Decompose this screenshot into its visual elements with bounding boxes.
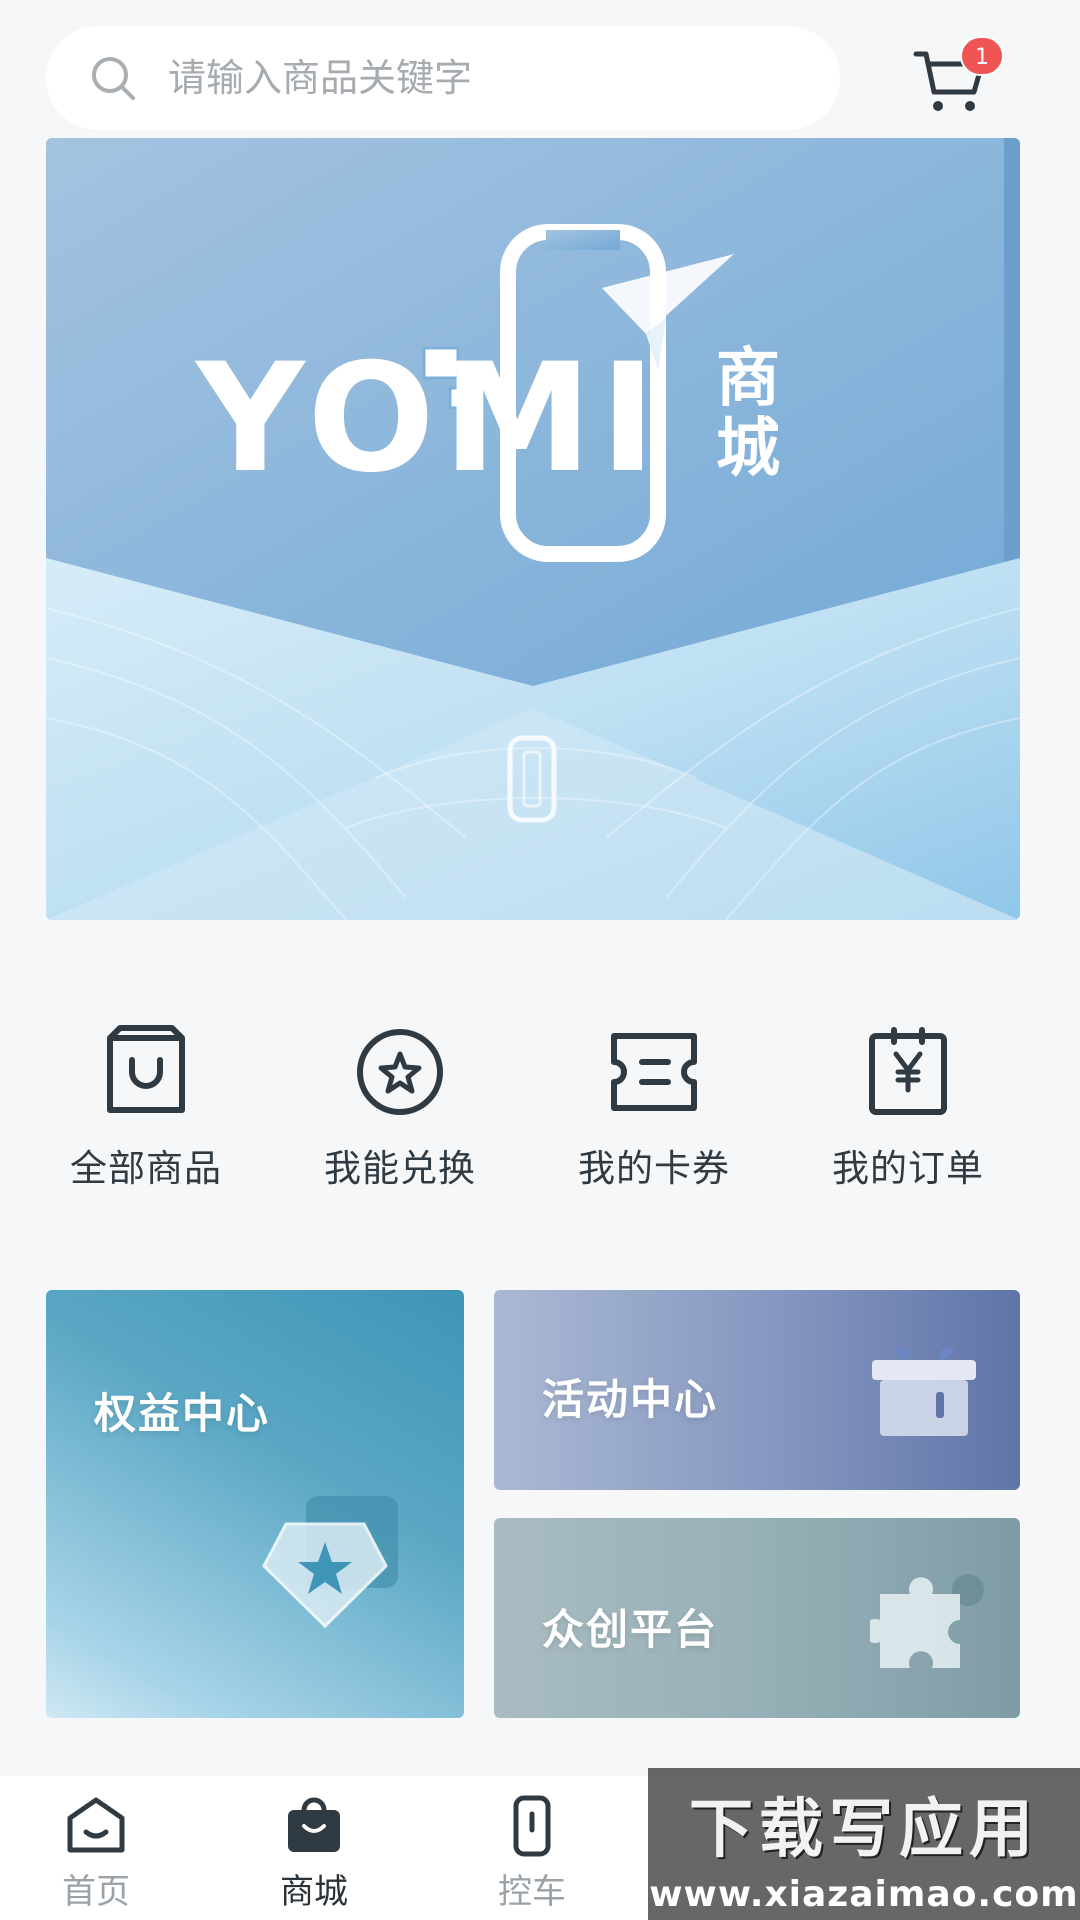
card-creator-platform[interactable]: 众创平台: [494, 1518, 1020, 1718]
tab-car-control[interactable]: 控车: [432, 1776, 632, 1920]
watermark-title: 下载写应用: [689, 1793, 1039, 1867]
quick-item-redeemable[interactable]: 我能兑换: [300, 1020, 500, 1210]
star-circle-icon: [357, 1029, 443, 1115]
shop-bag-icon: [288, 1797, 340, 1852]
search-input[interactable]: [168, 56, 768, 100]
tab-mall[interactable]: 商城: [214, 1776, 414, 1920]
tab-label: 商城: [280, 1872, 348, 1912]
tab-label: 控车: [498, 1872, 566, 1912]
banner-logo-text: YOMI: [194, 332, 664, 506]
search-bar[interactable]: [46, 26, 840, 130]
quick-entries: 全部商品 我能兑换 我的卡券 我的订单: [46, 1020, 1046, 1210]
watermark-url: www.xiazaimao.com: [649, 1874, 1079, 1915]
quick-item-my-orders[interactable]: 我的订单: [808, 1020, 1008, 1210]
card-rights-center[interactable]: 权益中心: [46, 1290, 464, 1718]
search-icon: [92, 57, 135, 100]
cart-button[interactable]: 1: [912, 36, 1004, 116]
card-title: 权益中心: [94, 1389, 271, 1438]
gift-box-icon: [872, 1346, 976, 1436]
tab-home[interactable]: 首页: [0, 1776, 196, 1920]
quick-item-label: 我的订单: [832, 1147, 984, 1190]
puzzle-icon: [870, 1574, 984, 1668]
car-key-icon: [513, 1795, 551, 1857]
cart-badge: 1: [960, 36, 1004, 76]
home-icon: [67, 1797, 125, 1853]
ticket-icon: [611, 1033, 697, 1111]
star-shield-icon: [262, 1496, 398, 1629]
quick-item-label: 我能兑换: [324, 1147, 476, 1190]
top-header: 1: [0, 0, 1080, 140]
card-title: 活动中心: [542, 1375, 719, 1424]
promo-banner[interactable]: YOMI 商 城: [46, 138, 1020, 920]
order-yen-icon: [869, 1027, 947, 1115]
card-activity-center[interactable]: 活动中心: [494, 1290, 1020, 1490]
shopping-bag-icon: [107, 1025, 185, 1113]
banner-logo-suffix-top: 商: [716, 342, 780, 416]
banner-artwork: YOMI 商 城: [46, 138, 1020, 920]
quick-item-label: 全部商品: [70, 1147, 222, 1190]
banner-logo-suffix-bottom: 城: [716, 412, 780, 486]
quick-item-label: 我的卡券: [578, 1147, 730, 1190]
quick-item-my-coupons[interactable]: 我的卡券: [554, 1020, 754, 1210]
card-title: 众创平台: [542, 1605, 719, 1654]
quick-item-all-products[interactable]: 全部商品: [46, 1020, 246, 1210]
site-watermark: 下载写应用 www.xiazaimao.com: [648, 1768, 1080, 1920]
tab-label: 首页: [62, 1872, 130, 1912]
